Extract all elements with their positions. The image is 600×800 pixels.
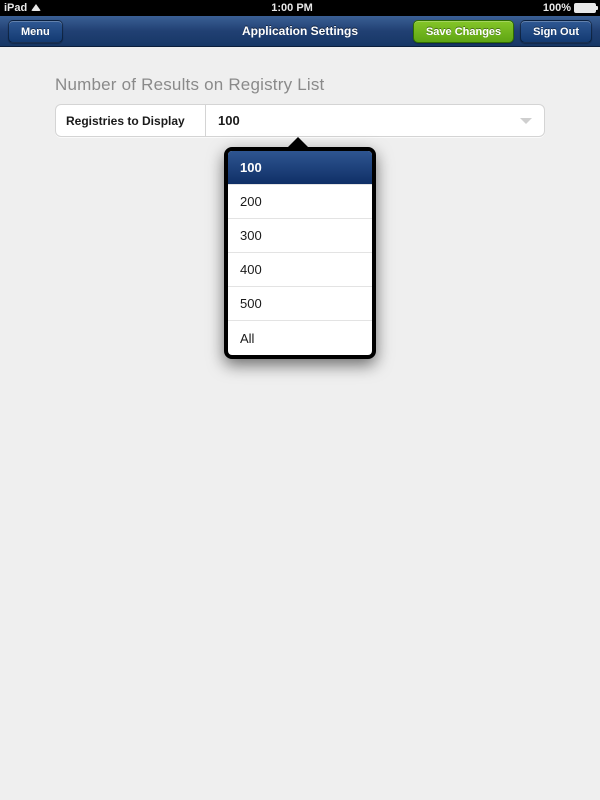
battery-icon	[574, 3, 596, 13]
dropdown-option[interactable]: 300	[228, 219, 372, 253]
battery-pct: 100%	[543, 2, 571, 14]
save-changes-button[interactable]: Save Changes	[413, 20, 514, 43]
popover-arrow	[288, 137, 308, 147]
sign-out-button[interactable]: Sign Out	[520, 20, 592, 43]
menu-button[interactable]: Menu	[8, 20, 63, 43]
registries-select[interactable]: 100	[206, 105, 544, 136]
page-title: Application Settings	[242, 24, 358, 38]
section-title: Number of Results on Registry List	[55, 75, 545, 95]
field-label: Registries to Display	[56, 105, 206, 136]
dropdown-option[interactable]: 100	[228, 151, 372, 185]
ios-status-bar: iPad 1:00 PM 100%	[0, 0, 600, 16]
status-time: 1:00 PM	[41, 2, 543, 14]
dropdown-option[interactable]: 500	[228, 287, 372, 321]
wifi-icon	[31, 4, 41, 11]
dropdown-option[interactable]: 200	[228, 185, 372, 219]
carrier-label: iPad	[4, 2, 27, 14]
nav-bar: Menu Application Settings Save Changes S…	[0, 16, 600, 47]
dropdown-option[interactable]: All	[228, 321, 372, 355]
dropdown-option[interactable]: 400	[228, 253, 372, 287]
chevron-down-icon	[520, 118, 532, 124]
dropdown-popover: 100200300400500All	[224, 137, 376, 359]
registries-field: Registries to Display 100	[55, 104, 545, 137]
selected-value: 100	[218, 113, 240, 128]
